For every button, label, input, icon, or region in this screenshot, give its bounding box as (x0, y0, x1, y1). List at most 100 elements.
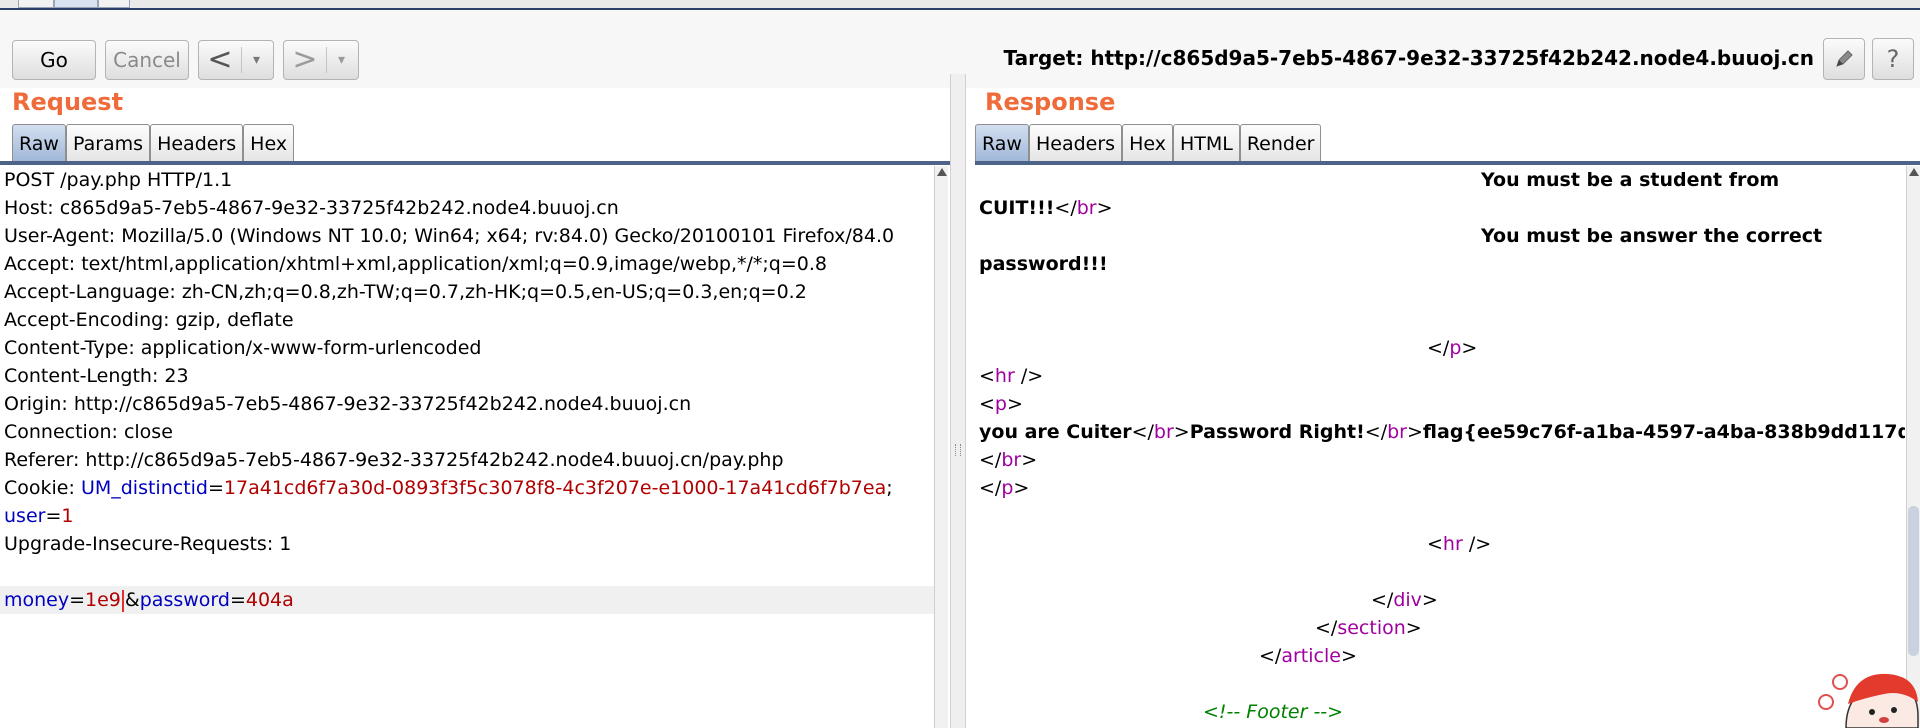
request-line: Content-Type: application/x-www-form-url… (4, 337, 482, 359)
top-tab[interactable] (98, 0, 130, 8)
response-tab-html[interactable]: HTML (1172, 124, 1240, 162)
response-text: you are Cuiter (979, 421, 1132, 443)
response-line: You must be a student from (1481, 169, 1780, 191)
top-tab-active[interactable] (54, 0, 98, 8)
tag-name: br (1001, 449, 1022, 471)
request-line: Accept: text/html,application/xhtml+xml,… (4, 253, 827, 275)
response-title: Response (985, 88, 1116, 116)
forward-button[interactable]: > ▾ (283, 40, 359, 80)
body-eq: = (229, 589, 246, 611)
top-tab[interactable] (18, 0, 54, 8)
cookie-eq: = (45, 505, 62, 527)
request-line: POST /pay.php HTTP/1.1 (4, 169, 233, 191)
request-tab-headers[interactable]: Headers (150, 124, 244, 162)
pencil-icon (1836, 50, 1853, 67)
cookie-value: 17a41cd6f7a30d-0893f3f5c3078f8-4c3f207e-… (223, 477, 887, 499)
tag-bracket: /> (1014, 365, 1044, 387)
body-param-value: 404a (245, 589, 294, 611)
tag-bracket: < (979, 393, 995, 415)
response-line: </p> (975, 334, 1905, 362)
tag-name: hr (1442, 533, 1463, 555)
request-line: Host: c865d9a5-7eb5-4867-9e32-33725f42b2… (4, 197, 619, 219)
body-param-value: 1e9 (85, 589, 121, 611)
request-scrollbar[interactable] (934, 166, 948, 728)
tag-bracket: < (979, 365, 995, 387)
tag-name: p (1449, 337, 1462, 359)
forward-dropdown-icon[interactable]: ▾ (326, 47, 356, 73)
tag-name: hr (994, 365, 1015, 387)
tag-bracket: </ (1259, 645, 1282, 667)
response-scrollbar[interactable] (1906, 166, 1920, 728)
response-tab-raw[interactable]: Raw (975, 124, 1029, 162)
text-caret (121, 589, 124, 612)
request-line: Upgrade-Insecure-Requests: 1 (4, 533, 292, 555)
cookie-prefix: Cookie: (4, 477, 81, 499)
cookie-line-cont: user=1 (0, 502, 934, 530)
tag-bracket: </ (1131, 421, 1154, 443)
tag-name: section (1337, 617, 1406, 639)
response-line: </p> (975, 474, 1905, 502)
tag-name: article (1281, 645, 1341, 667)
tag-bracket: > (1421, 589, 1438, 611)
scroll-thumb[interactable] (1908, 506, 1919, 656)
response-editor[interactable]: You must be a student from CUIT!!!</br> … (975, 166, 1905, 728)
tag-name: div (1393, 589, 1422, 611)
go-button[interactable]: Go (12, 40, 96, 80)
tag-name: p (994, 393, 1007, 415)
response-line: You must be answer the correct (1481, 225, 1823, 247)
request-body-line[interactable]: money=1e9 &password=404a (0, 586, 934, 614)
tag-bracket: > (1021, 449, 1038, 471)
request-editor[interactable]: POST /pay.php HTTP/1.1 Host: c865d9a5-7e… (0, 166, 934, 728)
target-label: Target: http://c865d9a5-7eb5-4867-9e32-3… (1003, 46, 1814, 70)
tag-bracket: < (1427, 533, 1443, 555)
tag-bracket: > (1013, 477, 1030, 499)
response-line: </article> (975, 642, 1905, 670)
response-line: <hr />> (975, 362, 1905, 390)
response-tabs: Raw Headers Hex HTML Render (975, 124, 1322, 162)
flag-text: flag{ee59c76f-a1ba-4597-a4ba-838b9dd117d… (1422, 421, 1905, 443)
edit-target-button[interactable] (1823, 38, 1865, 80)
tag-bracket: > (1461, 337, 1478, 359)
request-tab-hex[interactable]: Hex (243, 124, 295, 162)
scroll-up-icon[interactable] (937, 168, 947, 176)
tag-bracket: </ (1054, 197, 1077, 219)
pane-splitter[interactable] (950, 74, 966, 728)
request-line: Connection: close (4, 421, 173, 443)
response-tab-headers[interactable]: Headers (1028, 124, 1123, 162)
body-param-name: password (139, 589, 230, 611)
request-tab-raw[interactable]: Raw (12, 124, 66, 162)
back-dropdown-icon[interactable]: ▾ (241, 47, 271, 73)
response-line: CUIT!!!</br> (975, 194, 1905, 222)
response-line: <p> (975, 390, 1905, 418)
tag-name: br (1387, 421, 1407, 443)
mascot-sticker-icon (1818, 673, 1919, 728)
tag-bracket: </ (1371, 589, 1394, 611)
tag-name: br (1153, 421, 1174, 443)
request-tab-params[interactable]: Params (65, 124, 151, 162)
tag-bracket: > (1340, 645, 1357, 667)
cookie-value: 1 (61, 505, 74, 527)
back-button[interactable]: < ▾ (198, 40, 274, 80)
scroll-up-icon[interactable] (1909, 168, 1919, 176)
response-line: </br> (975, 446, 1905, 474)
response-text: CUIT!!! (979, 197, 1055, 219)
tag-bracket: > (1096, 197, 1113, 219)
cookie-name: UM_distinctid (80, 477, 208, 499)
cookie-sep: ; (886, 477, 893, 499)
response-tab-render[interactable]: Render (1239, 124, 1322, 162)
cancel-button[interactable]: Cancel (105, 40, 189, 80)
request-line: Accept-Encoding: gzip, deflate (4, 309, 294, 331)
help-button[interactable]: ? (1872, 38, 1914, 80)
request-line: Accept-Language: zh-CN,zh;q=0.8,zh-TW;q=… (4, 281, 807, 303)
response-tab-hex[interactable]: Hex (1122, 124, 1173, 162)
request-line: Content-Length: 23 (4, 365, 189, 387)
cookie-name: user (4, 505, 46, 527)
request-tabs: Raw Params Headers Hex (12, 124, 295, 162)
response-line: </section> (975, 614, 1905, 642)
splitter-grip[interactable] (955, 444, 961, 456)
